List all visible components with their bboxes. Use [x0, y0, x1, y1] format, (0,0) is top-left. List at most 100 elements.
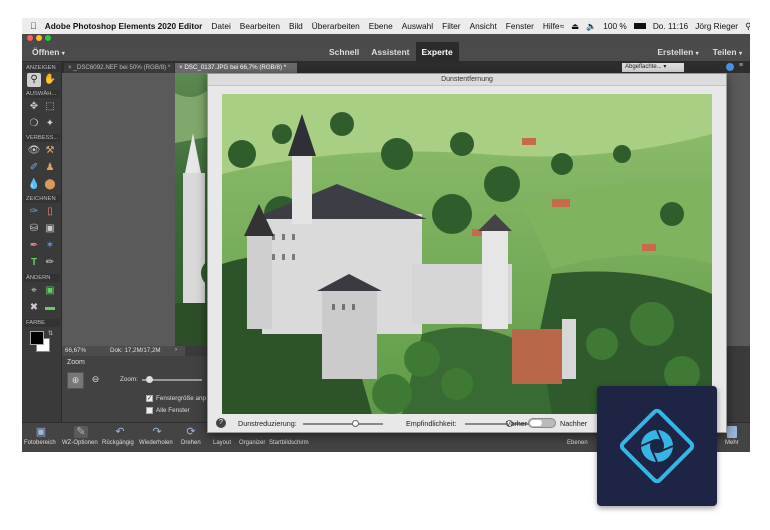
- swap-colors-icon[interactable]: ⇅: [48, 330, 53, 337]
- sponge-tool-icon[interactable]: ⬤: [43, 178, 57, 192]
- menu-fenster[interactable]: Fenster: [506, 21, 534, 31]
- home-screen-button[interactable]: Startbildschirm: [269, 440, 309, 446]
- photo-bin-icon[interactable]: ▣: [34, 426, 48, 438]
- help-icon[interactable]: ?: [216, 418, 226, 428]
- user-name[interactable]: Jörg Rieger: [695, 21, 738, 31]
- recompose-tool-icon[interactable]: ▣: [43, 284, 57, 298]
- tab-assistent[interactable]: Assistent: [365, 42, 415, 62]
- before-after-toggle-knob[interactable]: [530, 420, 542, 426]
- all-windows-checkbox[interactable]: [146, 407, 153, 414]
- red-eye-tool-icon[interactable]: 👁: [27, 144, 41, 158]
- before-after-toggle[interactable]: [528, 418, 556, 428]
- section-verbessern: VERBESS...: [24, 134, 60, 142]
- panel-option-icon[interactable]: [726, 63, 734, 71]
- open-label: Öffnen: [32, 47, 60, 57]
- zoom-slider-knob[interactable]: [146, 376, 153, 383]
- panel-menu-icon[interactable]: ≡: [739, 62, 743, 69]
- menu-filter[interactable]: Filter: [442, 21, 460, 31]
- marquee-tool-icon[interactable]: ⬚: [43, 100, 57, 114]
- more-icon[interactable]: [727, 426, 737, 438]
- more-button[interactable]: Mehr: [725, 440, 739, 446]
- custom-shape-tool-icon[interactable]: ✶: [43, 239, 57, 253]
- doc-tab-2[interactable]: × DSC_0137.JPG bei 66,7% (RGB/8) *: [175, 63, 297, 73]
- minimize-window-button[interactable]: [36, 35, 42, 41]
- open-button[interactable]: Öffnen ▾: [32, 47, 65, 57]
- menu-ansicht[interactable]: Ansicht: [470, 21, 497, 31]
- wifi-icon[interactable]: ≈: [560, 21, 565, 31]
- section-anzeigen: ANZEIGEN: [24, 64, 60, 72]
- tool-options-zoom: Zoom ⊕ ⊖ Zoom: ✓ Fenstergröße anp Alle F…: [62, 356, 207, 422]
- lasso-tool-icon[interactable]: ❍: [27, 117, 41, 131]
- tab-schnell[interactable]: Schnell: [323, 42, 365, 62]
- document-tabs: × _DSC6092.NEF bei 50% (RGB/8) * × DSC_0…: [62, 62, 750, 73]
- doc-tab-1-label: _DSC6092.NEF bei 50% (RGB/8) *: [73, 64, 171, 71]
- brush-tool-icon[interactable]: ✑: [27, 205, 41, 219]
- layers-button[interactable]: Ebenen: [567, 440, 588, 446]
- move-tool-icon[interactable]: ✥: [27, 100, 41, 114]
- layout-button[interactable]: Layout: [213, 440, 231, 446]
- zoom-panel-title: Zoom: [67, 359, 85, 366]
- blend-mode-select[interactable]: Abgeflachte... ▾: [622, 63, 684, 72]
- clone-stamp-tool-icon[interactable]: ♟: [43, 161, 57, 175]
- menu-ueberarbeiten[interactable]: Überarbeiten: [312, 21, 360, 31]
- hand-tool-icon[interactable]: ✋: [43, 73, 57, 87]
- dialog-preview-image[interactable]: [222, 94, 712, 414]
- photo-bin-button[interactable]: Fotobereich: [24, 440, 56, 446]
- undo-button[interactable]: Rückgängig: [102, 440, 134, 446]
- section-farbe: FARBE: [24, 319, 60, 327]
- zoom-status[interactable]: 66,67%: [65, 347, 86, 354]
- menu-bearbeiten[interactable]: Bearbeiten: [240, 21, 280, 31]
- blur-tool-icon[interactable]: 💧: [27, 178, 41, 192]
- zoom-out-icon[interactable]: ⊖: [87, 372, 104, 389]
- tool-options-button[interactable]: WZ-Optionen: [62, 440, 98, 446]
- rotate-icon[interactable]: ⟳: [184, 426, 198, 438]
- zoom-tool-icon[interactable]: ⚲: [27, 73, 41, 87]
- tool-options-icon[interactable]: ✎: [74, 426, 88, 438]
- haze-reduction-knob[interactable]: [351, 420, 359, 427]
- redo-button[interactable]: Wiederholen: [139, 440, 173, 446]
- fit-window-label: Fenstergröße anp: [156, 395, 207, 402]
- zoom-in-icon[interactable]: ⊕: [67, 372, 84, 389]
- menu-datei[interactable]: Datei: [211, 21, 230, 31]
- rotate-button[interactable]: Drehen: [181, 440, 201, 446]
- paint-bucket-tool-icon[interactable]: ⛁: [27, 222, 41, 236]
- volume-icon[interactable]: 🔈: [586, 21, 596, 32]
- menu-auswahl[interactable]: Auswahl: [402, 21, 433, 31]
- redo-icon[interactable]: ↷: [150, 426, 164, 438]
- menu-bild[interactable]: Bild: [289, 21, 303, 31]
- haze-reduction-slider[interactable]: [303, 420, 383, 427]
- section-auswahl: AUSWÄH...: [24, 90, 60, 98]
- content-aware-move-tool-icon[interactable]: ✖: [27, 301, 41, 315]
- fit-window-checkbox[interactable]: ✓: [146, 395, 153, 402]
- eject-icon[interactable]: ⏏: [571, 21, 579, 31]
- share-label: Teilen: [712, 47, 737, 57]
- undo-icon[interactable]: ↶: [113, 426, 127, 438]
- crop-tool-icon[interactable]: ⌖: [27, 284, 41, 298]
- organizer-button[interactable]: Organizer: [239, 440, 265, 446]
- app-menu[interactable]: Adobe Photoshop Elements 2020 Editor: [45, 21, 203, 31]
- spotlight-icon[interactable]: ⚲: [745, 21, 750, 31]
- clock[interactable]: Do. 11:16: [653, 21, 688, 31]
- quick-select-tool-icon[interactable]: ✦: [43, 117, 57, 131]
- menu-ebene[interactable]: Ebene: [369, 21, 393, 31]
- type-tool-icon[interactable]: T: [27, 256, 41, 270]
- apple-icon[interactable]: : [30, 21, 37, 31]
- eyedropper-tool-icon[interactable]: ✒: [27, 239, 41, 253]
- menu-hilfe[interactable]: Hilfe: [543, 21, 560, 31]
- close-window-button[interactable]: [27, 35, 33, 41]
- zoom-window-button[interactable]: [45, 35, 51, 41]
- pencil-tool-icon[interactable]: ✏: [43, 256, 57, 270]
- status-arrow-icon[interactable]: ›: [175, 346, 177, 353]
- aperture-logo-icon: [619, 408, 695, 484]
- straighten-tool-icon[interactable]: ▬: [43, 301, 57, 315]
- share-button[interactable]: Teilen ▾: [713, 47, 742, 57]
- gradient-tool-icon[interactable]: ▣: [43, 222, 57, 236]
- spot-healing-tool-icon[interactable]: ⚒: [43, 144, 57, 158]
- eraser-tool-icon[interactable]: ▯: [43, 205, 57, 219]
- smart-brush-tool-icon[interactable]: ✐: [27, 161, 41, 175]
- battery-label[interactable]: 100 %: [603, 21, 627, 31]
- doc-tab-1[interactable]: × _DSC6092.NEF bei 50% (RGB/8) *: [64, 63, 174, 73]
- tab-experte[interactable]: Experte: [415, 42, 459, 62]
- zoom-slider[interactable]: [142, 376, 202, 383]
- create-button[interactable]: Erstellen ▾: [657, 47, 698, 57]
